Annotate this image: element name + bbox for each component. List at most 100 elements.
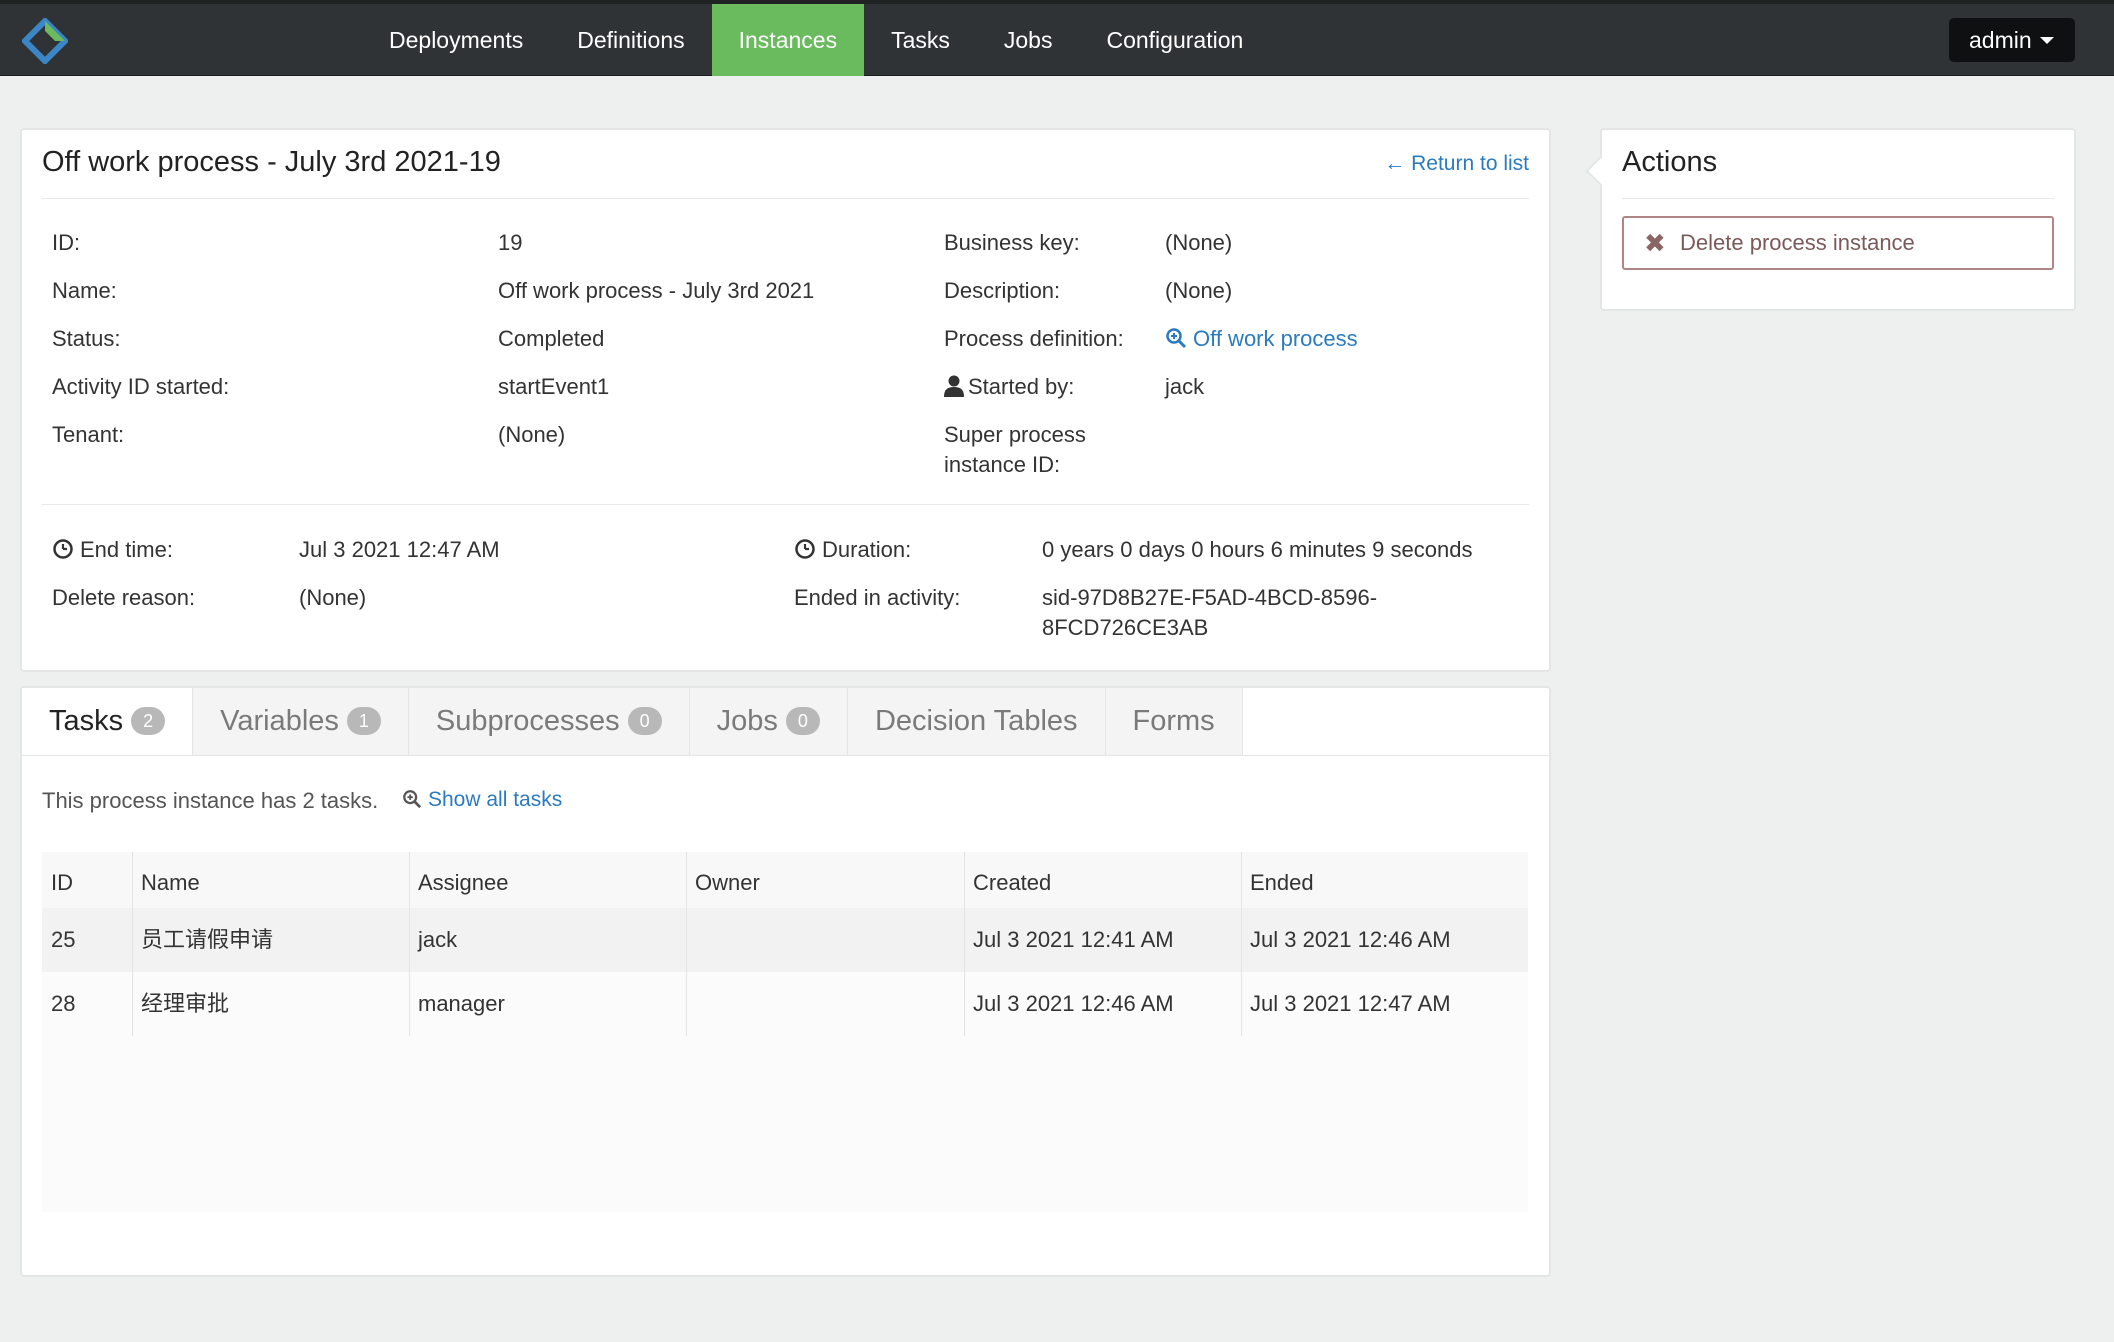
task-ended-cell: Jul 3 2021 12:46 AM xyxy=(1250,927,1451,952)
divider xyxy=(42,504,1529,505)
delete-process-instance-button[interactable]: ✖ Delete process instance xyxy=(1622,216,2054,270)
tab-label: Variables xyxy=(220,705,339,737)
process-instance-details: Off work process - July 3rd 2021-19 ← Re… xyxy=(20,128,1551,672)
status-label: Status: xyxy=(52,326,121,351)
tenant-value: (None) xyxy=(498,422,566,447)
tab-decision-tables[interactable]: Decision Tables xyxy=(847,688,1106,755)
caret-down-icon xyxy=(2040,37,2054,44)
description-value: (None) xyxy=(1165,278,1233,303)
tab-variables[interactable]: Variables 1 xyxy=(193,688,409,755)
tab-bar: Tasks 2 Variables 1 Subprocesses 0 Jobs 0 De… xyxy=(22,688,1549,756)
tasks-summary: This process instance has 2 tasks. xyxy=(42,788,379,813)
tab-label: Tasks xyxy=(49,705,124,737)
duration-label-wrap: Duration: xyxy=(794,535,911,565)
show-all-tasks-link[interactable]: Show all tasks xyxy=(402,788,562,812)
started-by-value: jack xyxy=(1165,374,1205,399)
divider xyxy=(42,198,1529,199)
activity-id-label: Activity ID started: xyxy=(52,374,230,399)
tab-label: Forms xyxy=(1132,705,1215,737)
table-row[interactable]: 25 员工请假申请 jack Jul 3 2021 12:41 AM Jul 3… xyxy=(42,908,1528,972)
user-menu-button[interactable]: admin xyxy=(1949,18,2075,62)
process-definition-value: Off work process xyxy=(1193,326,1358,351)
task-assignee-cell: jack xyxy=(418,927,458,952)
ended-activity-value-line1: sid-97D8B27E-F5AD-4BCD-8596- xyxy=(1042,585,1378,610)
name-value: Off work process - July 3rd 2021 xyxy=(498,278,815,303)
column-divider xyxy=(1241,852,1242,1036)
column-header[interactable]: Assignee xyxy=(409,852,509,908)
actions-panel: Actions ✖ Delete process instance xyxy=(1585,128,2076,311)
count-badge: 2 xyxy=(131,707,166,735)
duration-label: Duration: xyxy=(822,537,912,562)
show-all-tasks-label: Show all tasks xyxy=(428,788,563,811)
instance-tabs-panel: Tasks 2 Variables 1 Subprocesses 0 Jobs 0 De… xyxy=(20,686,1551,1277)
task-id-cell: 25 xyxy=(51,927,76,952)
nav-tasks[interactable]: Tasks xyxy=(864,4,977,76)
duration-value: 0 years 0 days 0 hours 6 minutes 9 secon… xyxy=(1042,537,1473,562)
end-time-label-wrap: End time: xyxy=(52,535,173,565)
nav-configuration[interactable]: Configuration xyxy=(1079,4,1270,76)
clock-icon xyxy=(53,539,73,559)
column-header[interactable]: Ended xyxy=(1241,852,1314,908)
nav-instances[interactable]: Instances xyxy=(711,4,865,76)
app-logo-icon[interactable] xyxy=(22,18,68,64)
super-process-label-line2: instance ID: xyxy=(944,452,1061,477)
column-header[interactable]: Name xyxy=(132,852,200,908)
task-ended-cell: Jul 3 2021 12:47 AM xyxy=(1250,991,1451,1016)
ended-activity-value-line2: 8FCD726CE3AB xyxy=(1042,615,1209,640)
table-row[interactable]: 28 经理审批 manager Jul 3 2021 12:46 AM Jul … xyxy=(42,972,1528,1036)
tab-forms[interactable]: Forms xyxy=(1105,688,1243,755)
column-divider xyxy=(964,852,965,1036)
task-id-cell: 28 xyxy=(51,991,76,1016)
business-key-value: (None) xyxy=(1165,230,1233,255)
tasks-grid: ID Name Assignee Owner Created Ended 25 … xyxy=(42,852,1528,1212)
activity-id-value: startEvent1 xyxy=(498,374,610,399)
task-created-cell: Jul 3 2021 12:41 AM xyxy=(973,927,1174,952)
clock-icon xyxy=(795,539,815,559)
description-label: Description: xyxy=(944,278,1061,303)
delete-reason-value: (None) xyxy=(299,585,367,610)
nav-jobs[interactable]: Jobs xyxy=(977,4,1080,76)
tenant-label: Tenant: xyxy=(52,422,125,447)
task-owner-cell xyxy=(686,908,695,972)
table-header-row: ID Name Assignee Owner Created Ended xyxy=(42,852,1528,908)
return-to-list-link[interactable]: ← Return to list xyxy=(1384,152,1529,176)
process-definition-label: Process definition: xyxy=(944,326,1124,351)
column-header[interactable]: ID xyxy=(42,852,73,908)
task-created-cell: Jul 3 2021 12:46 AM xyxy=(973,991,1174,1016)
delete-button-label: Delete process instance xyxy=(1680,230,1915,255)
tab-subprocesses[interactable]: Subprocesses 0 xyxy=(408,688,690,755)
super-process-label-line1: Super process xyxy=(944,422,1086,447)
started-by-label-wrap: Started by: xyxy=(944,372,1074,402)
user-icon xyxy=(944,375,964,397)
delete-reason-label: Delete reason: xyxy=(52,585,196,610)
tab-label: Decision Tables xyxy=(874,705,1078,737)
nav-deployments[interactable]: Deployments xyxy=(362,4,550,76)
tab-tasks[interactable]: Tasks 2 xyxy=(22,688,194,755)
business-key-label: Business key: xyxy=(944,230,1080,255)
ended-activity-label: Ended in activity: xyxy=(794,585,961,610)
end-time-value: Jul 3 2021 12:47 AM xyxy=(299,537,500,562)
process-definition-link[interactable]: Off work process xyxy=(1165,324,1358,354)
column-header[interactable]: Owner xyxy=(686,852,760,908)
nav-definitions[interactable]: Definitions xyxy=(550,4,711,76)
panel-pointer xyxy=(1585,155,1617,187)
column-divider xyxy=(132,852,133,1036)
zoom-in-icon xyxy=(1166,328,1187,349)
count-badge: 1 xyxy=(346,707,381,735)
task-assignee-cell: manager xyxy=(418,991,505,1016)
column-header[interactable]: Created xyxy=(964,852,1051,908)
end-time-label: End time: xyxy=(80,537,173,562)
id-value: 19 xyxy=(498,230,523,255)
task-name-cell: 员工请假申请 xyxy=(141,927,274,952)
status-value: Completed xyxy=(498,326,605,351)
close-icon: ✖ xyxy=(1644,228,1666,258)
tab-jobs[interactable]: Jobs 0 xyxy=(689,688,848,755)
column-divider xyxy=(686,852,687,1036)
count-badge: 0 xyxy=(627,707,662,735)
user-menu-label: admin xyxy=(1969,27,2032,53)
task-owner-cell xyxy=(686,972,695,1036)
count-badge: 0 xyxy=(785,707,820,735)
zoom-in-icon xyxy=(403,790,422,809)
divider xyxy=(1622,198,2054,199)
actions-title: Actions xyxy=(1622,146,1718,178)
